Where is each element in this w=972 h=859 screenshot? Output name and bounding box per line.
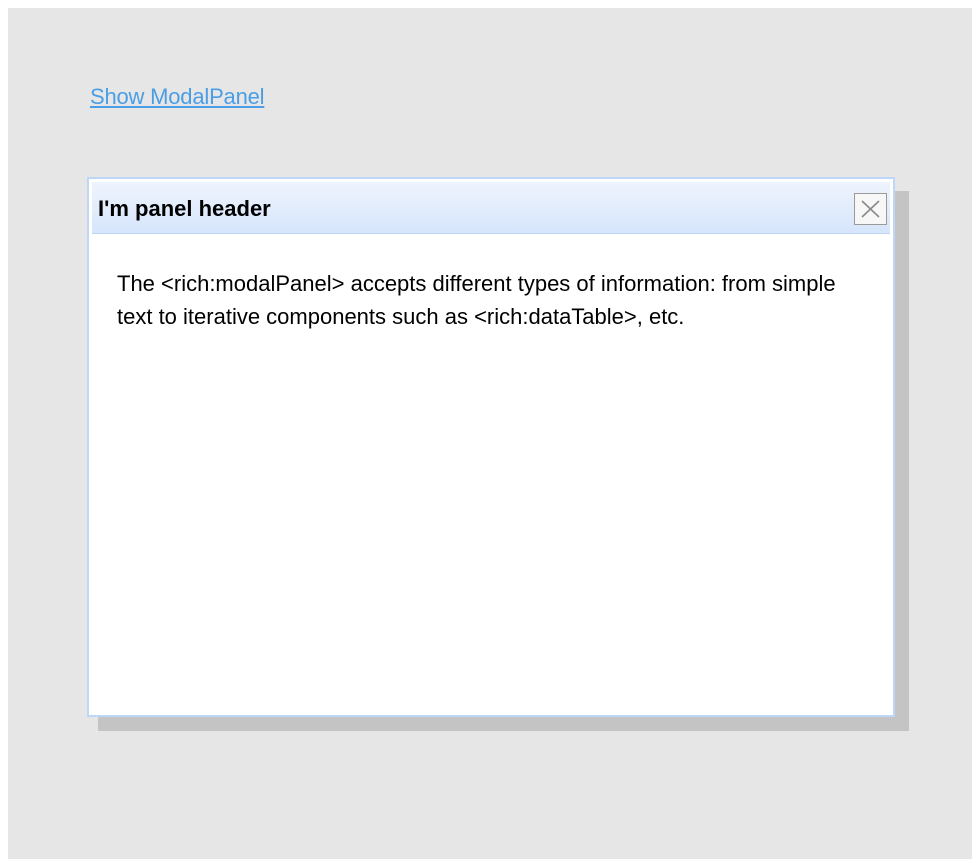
close-button[interactable] [854,193,887,225]
panel-header[interactable]: I'm panel header [92,182,890,234]
show-modal-panel-link[interactable]: Show ModalPanel [90,84,265,110]
panel-body-text: The <rich:modalPanel> accepts different … [117,271,836,329]
modal-panel: I'm panel header The <rich:modalPanel> a… [87,177,895,717]
close-icon [861,200,880,218]
page-background: Show ModalPanel I'm panel header The <ri… [8,8,972,859]
panel-title: I'm panel header [98,196,271,221]
